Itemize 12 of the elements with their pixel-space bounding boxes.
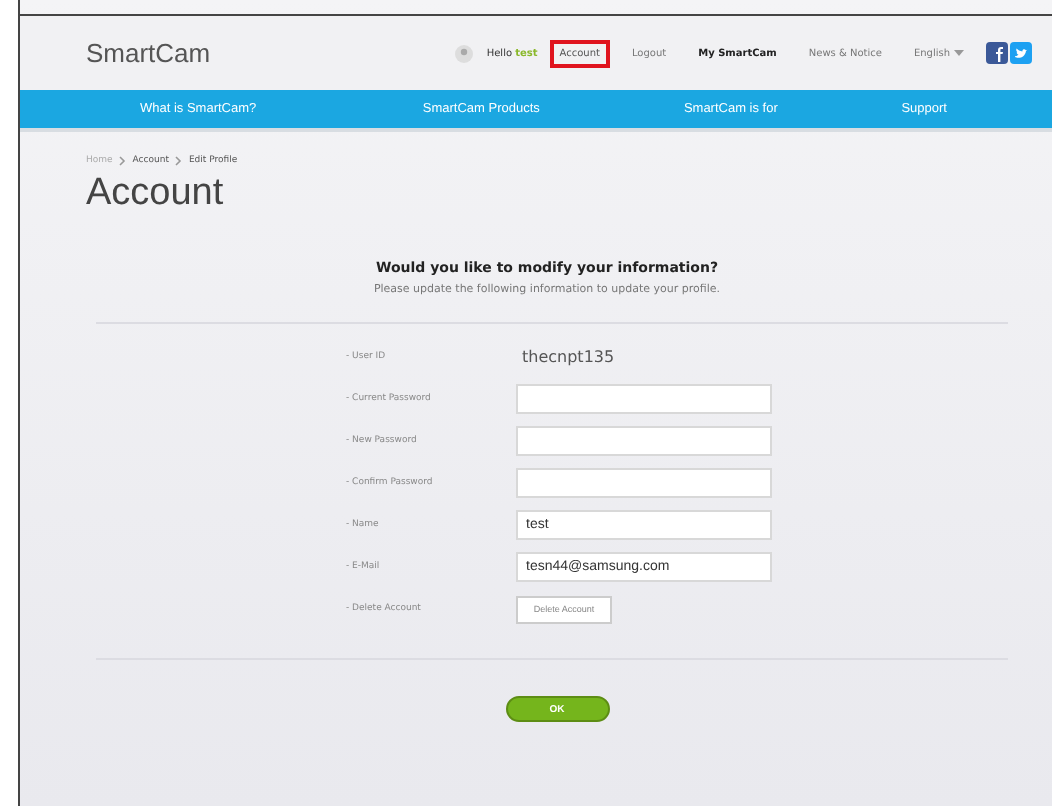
input-field[interactable] [516, 468, 772, 498]
input-field[interactable] [516, 426, 772, 456]
input-field[interactable] [516, 384, 772, 414]
caret-icon [954, 49, 964, 57]
facebook-icon[interactable] [986, 42, 1008, 64]
user-id-value: thecnpt135 [520, 348, 617, 366]
chevron-icon [174, 156, 183, 166]
chevron-icon [118, 156, 127, 166]
page-title: Account [86, 172, 226, 216]
user-icon[interactable] [454, 43, 475, 63]
logo[interactable]: SmartCam [86, 38, 211, 68]
twitter-icon[interactable] [1010, 42, 1032, 64]
